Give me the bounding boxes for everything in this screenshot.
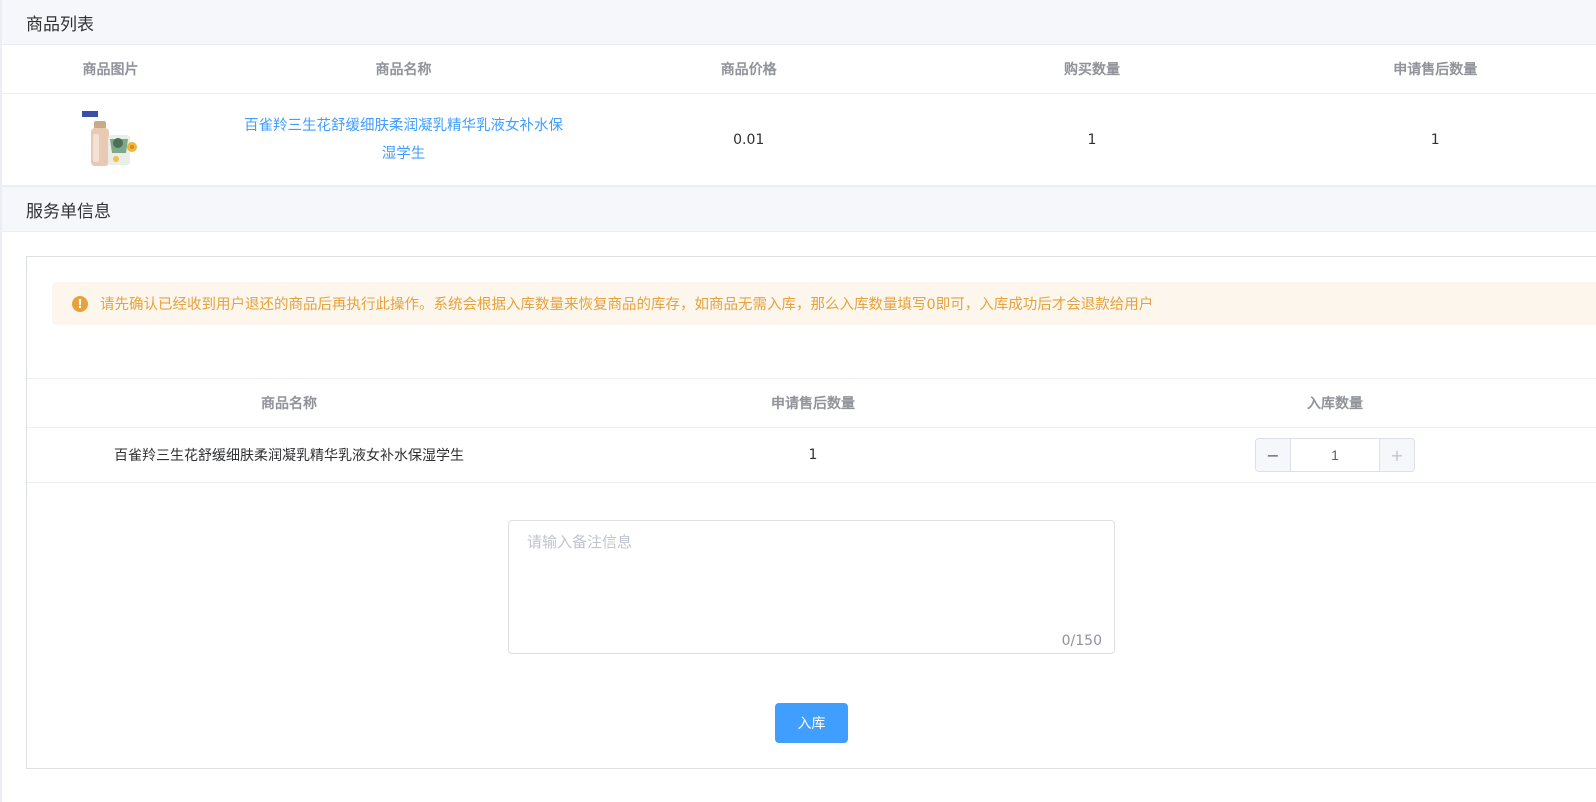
remark-field-wrapper: 0/150: [508, 520, 1115, 654]
remark-char-counter: 0/150: [1061, 633, 1102, 649]
decrease-button[interactable]: −: [1256, 439, 1291, 471]
goods-table-header-row: 商品图片 商品名称 商品价格 购买数量 申请售后数量: [2, 45, 1596, 94]
goods-list-title: 商品列表: [26, 14, 94, 35]
aftersale-quantity: 1: [1430, 131, 1440, 148]
increase-button[interactable]: +: [1379, 439, 1414, 471]
stock-quantity-stepper: − +: [1255, 438, 1415, 472]
goods-table: 商品图片 商品名称 商品价格 购买数量 申请售后数量 百雀羚三生花舒缓细肤柔润凝…: [2, 45, 1596, 186]
stock-in-button[interactable]: 入库: [775, 703, 848, 743]
col-header-name: 商品名称: [261, 396, 317, 412]
service-info-header: 服务单信息: [2, 186, 1596, 232]
stock-quantity-input[interactable]: [1291, 439, 1379, 471]
stock-table-header-row: 商品名称 申请售后数量 入库数量: [27, 379, 1596, 428]
remark-textarea[interactable]: [509, 521, 1114, 653]
table-row: 百雀羚三生花舒缓细肤柔润凝乳精华乳液女补水保湿学生 0.01 1 1: [2, 94, 1596, 186]
col-header-name: 商品名称: [375, 62, 432, 78]
col-header-image: 商品图片: [82, 62, 139, 78]
warning-alert: ! 请先确认已经收到用户退还的商品后再执行此操作。系统会根据入库数量来恢复商品的…: [52, 282, 1596, 325]
purchase-quantity: 1: [1087, 131, 1097, 148]
service-info-title: 服务单信息: [26, 201, 111, 222]
product-bottle-image[interactable]: [80, 109, 142, 171]
product-name-cell: 百雀羚三生花舒缓细肤柔润凝乳精华乳液女补水保湿学生: [219, 112, 588, 168]
col-header-purchase-qty: 购买数量: [1063, 62, 1120, 78]
col-header-aftersale-qty: 申请售后数量: [771, 396, 855, 412]
warning-icon: !: [72, 295, 88, 312]
stock-in-table: 商品名称 申请售后数量 入库数量 百雀羚三生花舒缓细肤柔润凝乳精华乳液女补水保湿…: [27, 378, 1596, 483]
stock-aftersale-qty: 1: [808, 447, 818, 463]
product-price: 0.01: [733, 131, 765, 148]
stock-product-name: 百雀羚三生花舒缓细肤柔润凝乳精华乳液女补水保湿学生: [114, 448, 464, 464]
col-header-stock-qty: 入库数量: [1307, 396, 1363, 412]
warning-alert-text: 请先确认已经收到用户退还的商品后再执行此操作。系统会根据入库数量来恢复商品的库存…: [100, 297, 1154, 313]
col-header-price: 商品价格: [720, 62, 777, 78]
stock-in-card: ! 请先确认已经收到用户退还的商品后再执行此操作。系统会根据入库数量来恢复商品的…: [26, 256, 1596, 769]
table-row: 百雀羚三生花舒缓细肤柔润凝乳精华乳液女补水保湿学生 1 − +: [27, 428, 1596, 483]
goods-list-header: 商品列表: [2, 0, 1596, 45]
product-image-cell: [2, 109, 219, 171]
stock-qty-cell: − +: [1075, 438, 1595, 472]
col-header-aftersale-qty: 申请售后数量: [1393, 62, 1478, 78]
product-name-link[interactable]: 百雀羚三生花舒缓细肤柔润凝乳精华乳液女补水保湿学生: [219, 112, 588, 168]
